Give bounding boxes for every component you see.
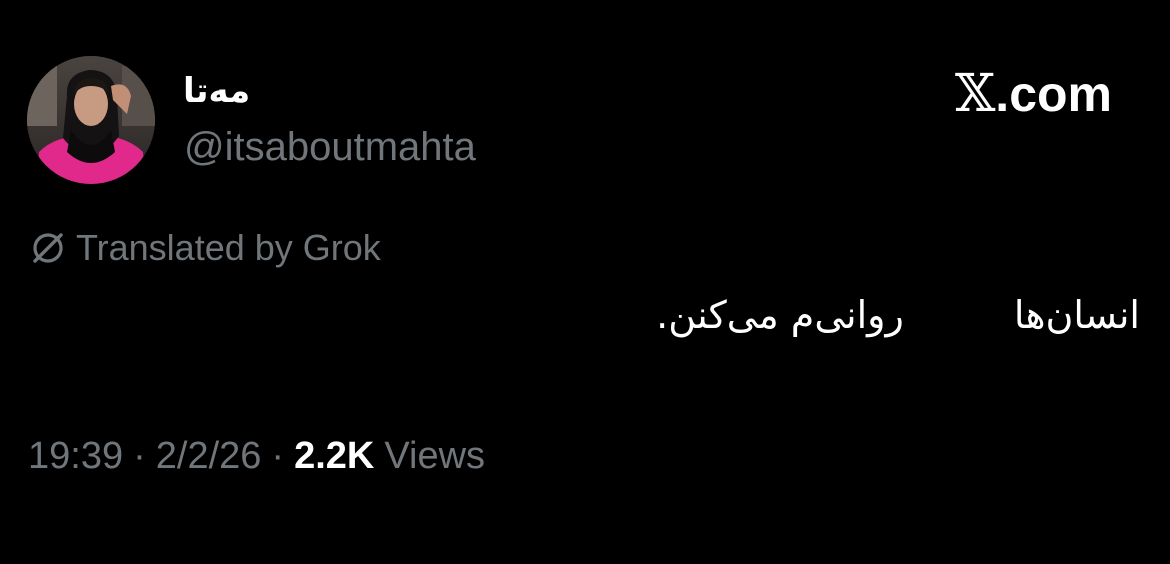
tweet-line: انسان‌ها روانی‌م می‌کنن.	[440, 282, 1140, 348]
tweet-date[interactable]: 2/2/26	[156, 432, 262, 480]
meta-separator: ·	[271, 435, 285, 477]
views-label[interactable]: Views	[384, 432, 485, 480]
translated-by-grok[interactable]: Translated by Grok	[28, 226, 381, 270]
brand-domain: .com	[995, 66, 1112, 122]
avatar[interactable]	[27, 56, 155, 184]
translated-label: Translated by Grok	[76, 227, 381, 268]
tweet-card: مەتا @itsaboutmahta 𝕏 .com Translated by…	[0, 0, 1170, 564]
tweet-phrase: روانی‌م می‌کنن.	[656, 293, 904, 337]
tweet-meta: 19:39 · 2/2/26 · 2.2K Views	[28, 432, 485, 480]
grok-translate-icon	[28, 228, 68, 268]
profile-photo-avatar	[27, 56, 155, 184]
tweet-text: انسان‌ها روانی‌م می‌کنن.	[440, 282, 1140, 348]
tweet-time[interactable]: 19:39	[28, 432, 123, 480]
user-handle[interactable]: @itsaboutmahta	[184, 124, 476, 170]
tweet-word: انسان‌ها	[1013, 293, 1140, 337]
meta-separator: ·	[133, 435, 146, 477]
x-com-watermark: 𝕏 .com	[955, 64, 1112, 124]
display-name[interactable]: مەتا	[183, 70, 250, 112]
x-logo-icon: 𝕏	[954, 64, 996, 124]
views-count[interactable]: 2.2K	[294, 432, 374, 480]
